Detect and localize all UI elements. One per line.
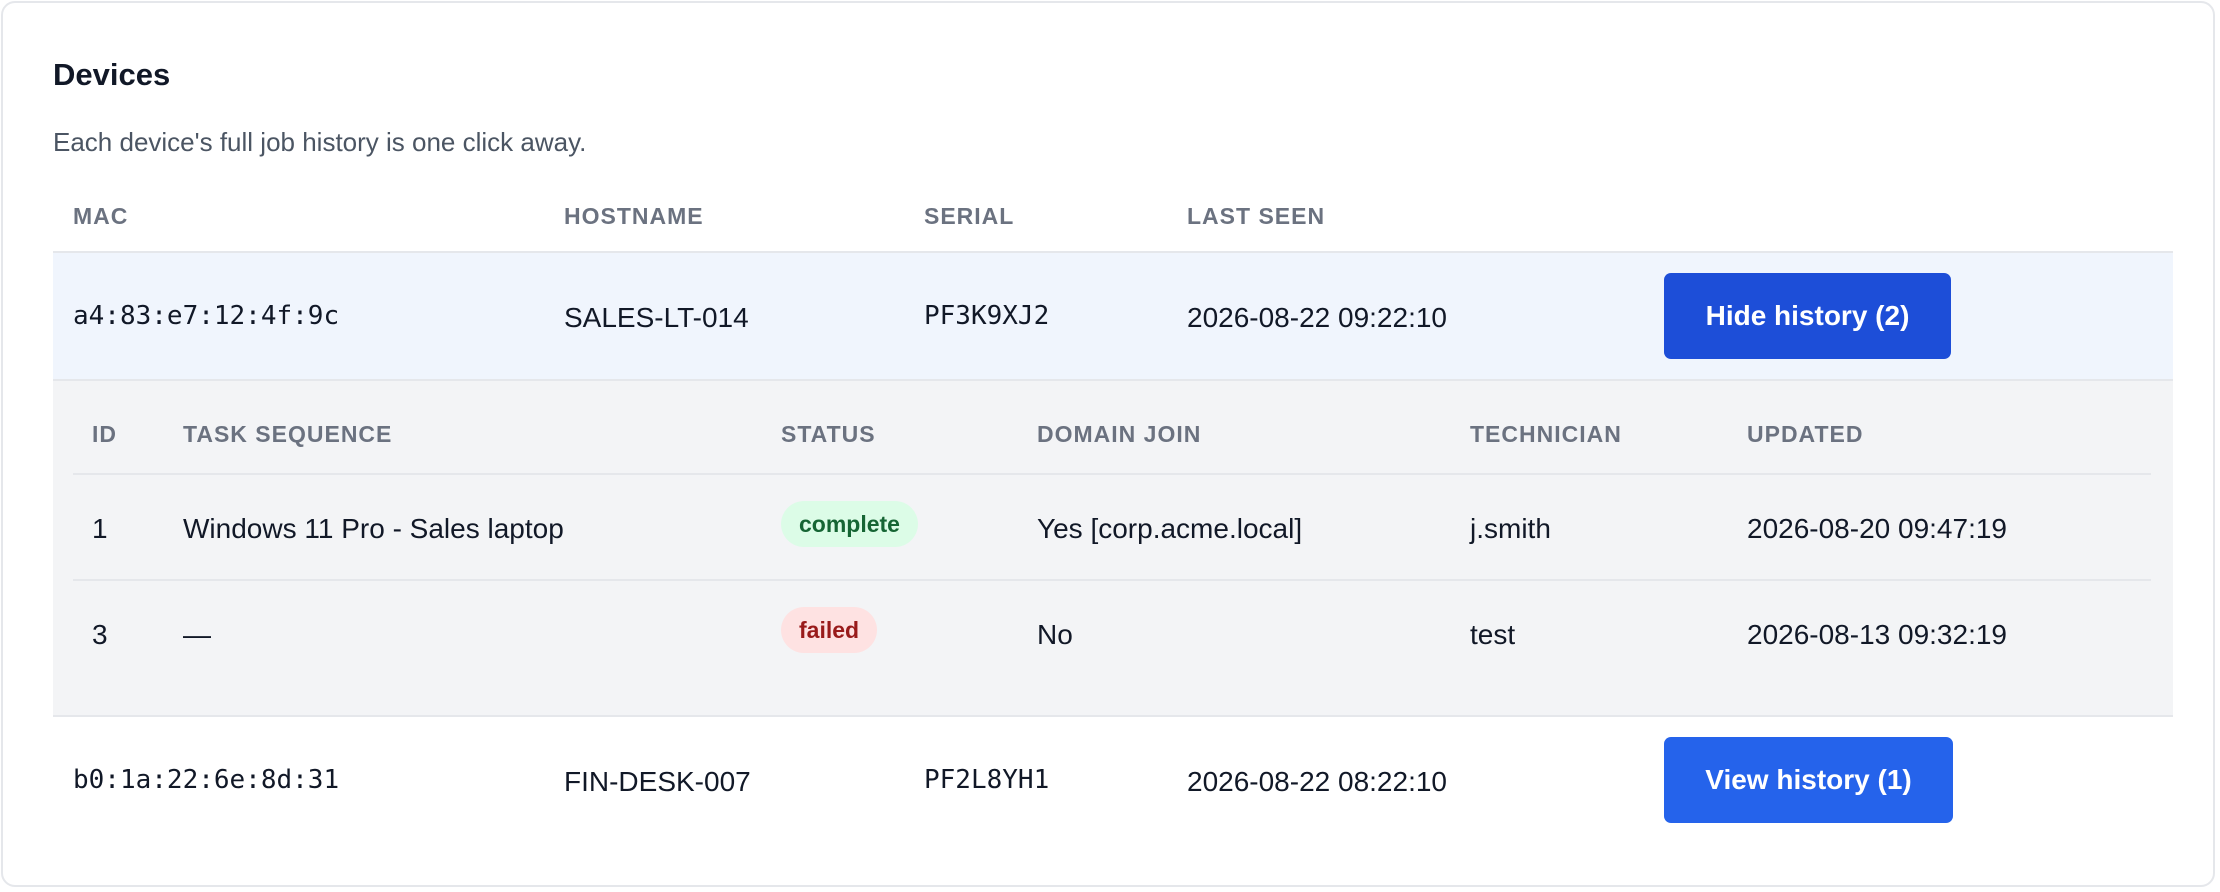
history-column-header-domain-join: DOMAIN JOIN: [1037, 421, 1202, 447]
history-technician: j.smith: [1470, 513, 1551, 544]
history-column-header-technician: TECHNICIAN: [1470, 421, 1622, 447]
page-subtitle: Each device's full job history is one cl…: [53, 127, 587, 157]
devices-table: MAC HOSTNAME SERIAL LAST SEEN a4:83:e7:1…: [53, 183, 2173, 845]
history-domain-join: No: [1037, 619, 1073, 650]
history-column-header-updated: UPDATED: [1747, 421, 1864, 447]
device-row: a4:83:e7:12:4f:9c SALES-LT-014 PF3K9XJ2 …: [53, 253, 2173, 381]
device-mac: b0:1a:22:6e:8d:31: [73, 765, 340, 795]
device-row: b0:1a:22:6e:8d:31 FIN-DESK-007 PF2L8YH1 …: [53, 717, 2173, 845]
device-serial: PF3K9XJ2: [924, 301, 1050, 331]
status-badge: failed: [781, 607, 878, 653]
history-updated: 2026-08-13 09:32:19: [1747, 619, 2007, 650]
history-column-header-task-sequence: TASK SEQUENCE: [183, 421, 393, 447]
column-header-last-seen: LAST SEEN: [1187, 203, 1326, 229]
history-row: 3 — failed No test 2026-08-13 09:32:19: [73, 581, 2151, 687]
device-hostname: FIN-DESK-007: [564, 766, 751, 797]
history-technician: test: [1470, 619, 1516, 650]
page-title: Devices: [53, 57, 171, 92]
device-serial: PF2L8YH1: [924, 765, 1050, 795]
hide-history-button[interactable]: Hide history (2): [1664, 273, 1951, 359]
devices-card: Devices Each device's full job history i…: [1, 1, 2215, 887]
history-id: 3: [92, 619, 108, 650]
history-task-sequence: —: [183, 619, 211, 650]
history-table-header: ID TASK SEQUENCE STATUS DOMAIN JOIN TECH…: [73, 381, 2151, 475]
history-domain-join: Yes [corp.acme.local]: [1037, 513, 1303, 544]
device-hostname: SALES-LT-014: [564, 302, 749, 333]
history-column-header-id: ID: [92, 421, 117, 447]
history-row: 1 Windows 11 Pro - Sales laptop complete…: [73, 475, 2151, 581]
history-column-header-status: STATUS: [781, 421, 876, 447]
history-task-sequence: Windows 11 Pro - Sales laptop: [183, 513, 564, 544]
column-header-serial: SERIAL: [924, 203, 1015, 229]
devices-table-header: MAC HOSTNAME SERIAL LAST SEEN: [53, 183, 2173, 253]
job-history-panel: ID TASK SEQUENCE STATUS DOMAIN JOIN TECH…: [53, 381, 2173, 717]
view-history-button[interactable]: View history (1): [1664, 737, 1953, 823]
device-last-seen: 2026-08-22 09:22:10: [1187, 302, 1447, 333]
history-id: 1: [92, 513, 108, 544]
column-header-mac: MAC: [73, 203, 129, 229]
status-badge: complete: [781, 501, 918, 547]
device-mac: a4:83:e7:12:4f:9c: [73, 301, 340, 331]
history-updated: 2026-08-20 09:47:19: [1747, 513, 2007, 544]
column-header-hostname: HOSTNAME: [564, 203, 704, 229]
device-last-seen: 2026-08-22 08:22:10: [1187, 766, 1447, 797]
